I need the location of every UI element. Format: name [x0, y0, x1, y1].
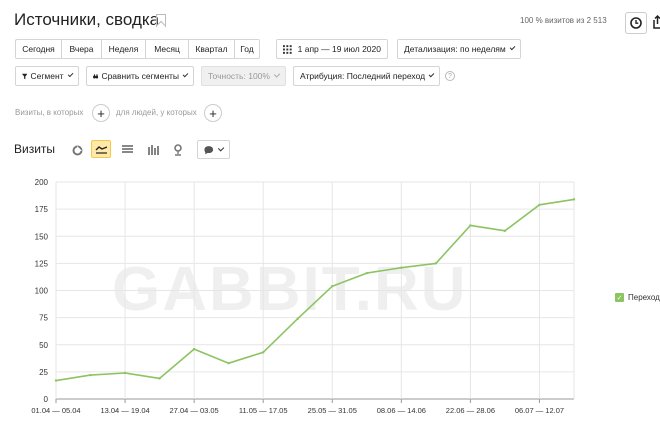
chevron-down-icon — [182, 71, 189, 78]
y-tick-label: 0 — [44, 395, 49, 404]
detail-label: Детализация: по неделям — [404, 44, 506, 54]
chart-title: Визиты — [14, 142, 56, 156]
data-point — [54, 379, 58, 382]
compare-label: Сравнить сегменты — [101, 71, 180, 81]
export-icon[interactable] — [652, 14, 660, 30]
detail-dropdown[interactable]: Детализация: по неделям — [397, 39, 521, 59]
help-icon[interactable]: ? — [445, 71, 455, 81]
calendar-icon — [283, 44, 292, 54]
y-tick-label: 75 — [39, 314, 48, 323]
comment-dropdown[interactable] — [197, 140, 230, 159]
period-quarter-button[interactable]: Квартал — [188, 39, 235, 59]
compare-icon — [93, 73, 99, 78]
x-tick-label: 01.04 — 05.04 — [31, 406, 80, 415]
data-point — [89, 373, 92, 377]
data-point — [227, 361, 230, 365]
y-tick-label: 200 — [35, 178, 49, 187]
visits-share-text: 100 % визитов из 2 513 — [520, 16, 607, 25]
add-people-condition-button[interactable]: + — [204, 104, 222, 122]
data-point — [469, 224, 472, 227]
bookmark-icon[interactable] — [156, 14, 166, 27]
period-year-button[interactable]: Год — [234, 39, 260, 59]
segment-dropdown[interactable]: Сегмент — [15, 66, 79, 86]
chevron-down-icon — [67, 71, 74, 78]
comment-icon — [204, 145, 214, 154]
chevron-down-icon — [428, 71, 435, 78]
attribution-label: Атрибуция: Последний переход — [300, 71, 426, 81]
data-point — [123, 371, 127, 375]
chevron-down-icon — [273, 71, 281, 78]
y-tick-label: 175 — [35, 205, 49, 214]
accuracy-dropdown[interactable]: Точность: 100% — [201, 66, 286, 86]
period-week-button[interactable]: Неделя — [101, 39, 146, 59]
people-filter-label: для людей, у которых — [116, 108, 197, 117]
compare-segments-dropdown[interactable]: Сравнить сегменты — [86, 66, 194, 86]
data-point — [538, 203, 541, 206]
x-tick-label: 27.04 — 03.05 — [170, 406, 219, 415]
data-point — [503, 229, 507, 233]
area-chart-icon[interactable] — [117, 141, 137, 159]
x-tick-label: 06.07 — 12.07 — [515, 406, 564, 415]
plus-icon: + — [209, 105, 217, 121]
data-point — [296, 317, 299, 320]
y-tick-label: 50 — [39, 341, 48, 350]
pie-chart-icon[interactable] — [67, 141, 87, 159]
period-yesterday-button[interactable]: Вчера — [61, 39, 102, 59]
chevron-down-icon — [509, 44, 516, 51]
legend-label: Переход — [628, 293, 660, 302]
visits-filter-label: Визиты, в которых — [15, 108, 84, 117]
x-tick-label: 13.04 — 19.04 — [100, 406, 149, 415]
data-point — [331, 284, 334, 288]
page-title: Источники, сводка — [14, 10, 160, 29]
accuracy-label: Точность: 100% — [208, 71, 270, 81]
attribution-dropdown[interactable]: Атрибуция: Последний переход — [293, 66, 440, 86]
data-point — [365, 271, 368, 275]
x-tick-label: 22.06 — 28.06 — [446, 406, 495, 415]
map-pin-icon[interactable] — [168, 141, 188, 159]
visits-line-chart: 0 25 50 75 100 125 150 175 200 01.04 — 05.04 13.04… — [31, 178, 576, 415]
clock-icon[interactable] — [625, 12, 647, 34]
segment-label: Сегмент — [30, 71, 64, 81]
data-point — [158, 377, 161, 380]
plus-icon: + — [97, 105, 105, 121]
date-range-label: 1 апр — 19 июл 2020 — [297, 44, 381, 54]
date-range-button[interactable]: 1 апр — 19 июл 2020 — [276, 39, 388, 59]
filter-icon — [22, 73, 28, 79]
legend-item[interactable]: ✓ Переход — [615, 293, 660, 302]
chevron-down-icon — [217, 144, 225, 152]
checkbox-checked-icon: ✓ — [615, 293, 624, 302]
line-chart-icon[interactable] — [91, 140, 111, 158]
data-point — [434, 262, 438, 265]
period-month-button[interactable]: Месяц — [145, 39, 189, 59]
add-visit-condition-button[interactable]: + — [92, 104, 110, 122]
x-tick-label: 11.05 — 17.05 — [239, 406, 288, 415]
period-selector: Сегодня Вчера Неделя Месяц Квартал Год — [15, 39, 260, 59]
y-tick-label: 100 — [35, 287, 49, 296]
data-point — [400, 266, 403, 269]
x-tick-label: 08.06 — 14.06 — [377, 406, 426, 415]
bar-chart-icon[interactable] — [143, 141, 163, 159]
data-point — [192, 347, 196, 351]
period-today-button[interactable]: Сегодня — [15, 39, 62, 59]
y-tick-label: 150 — [35, 232, 49, 241]
data-point — [262, 351, 265, 354]
x-tick-label: 25.05 — 31.05 — [308, 406, 357, 415]
y-tick-label: 25 — [39, 368, 48, 377]
data-point — [572, 198, 576, 201]
y-tick-label: 125 — [35, 259, 49, 268]
